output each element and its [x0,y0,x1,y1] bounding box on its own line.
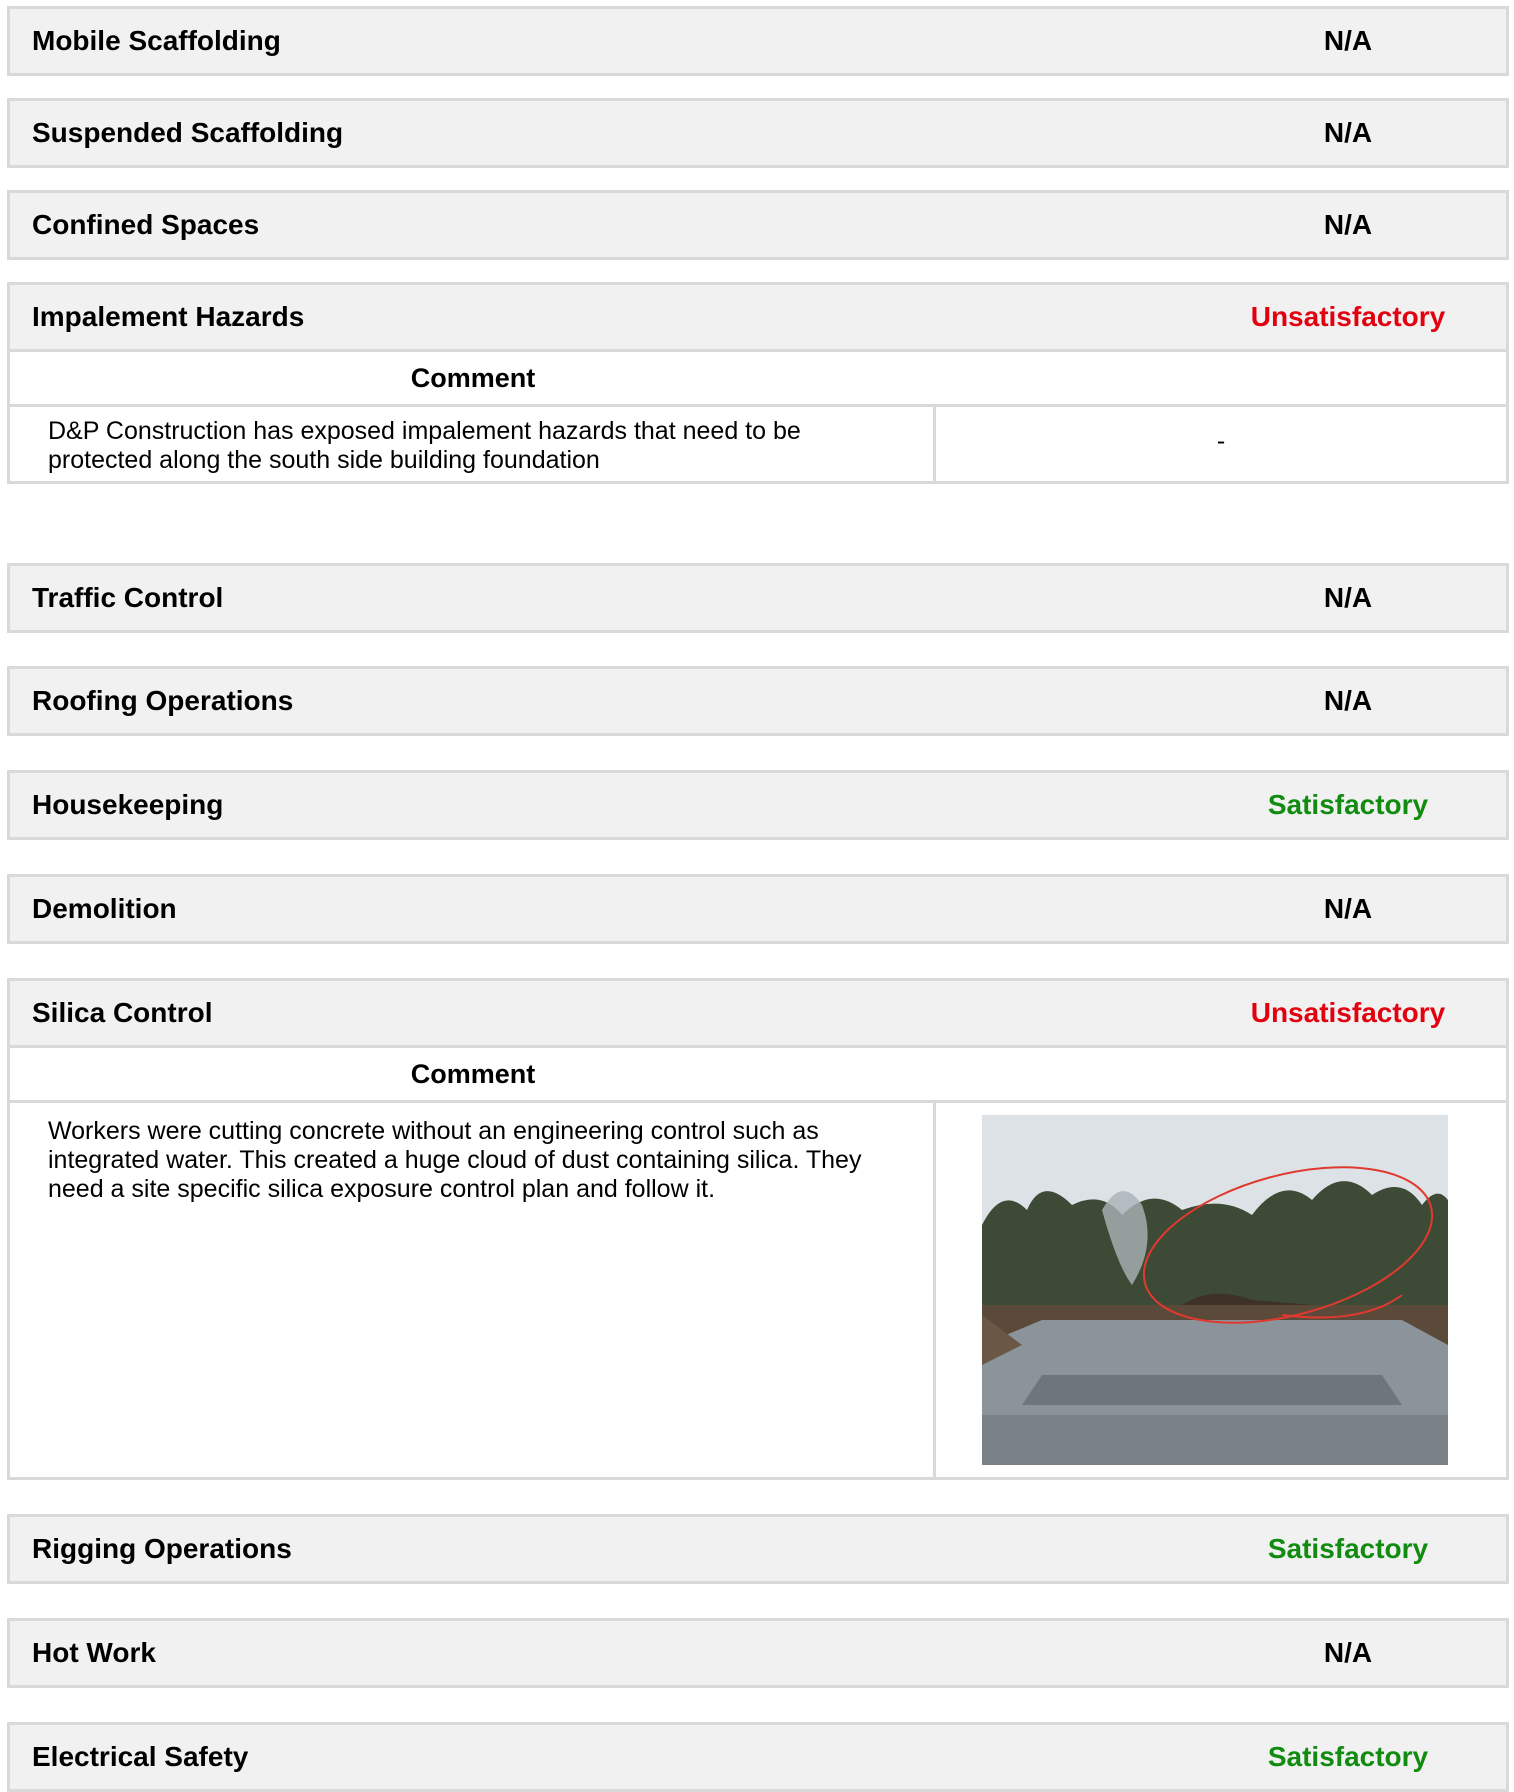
section-header: Roofing Operations N/A [10,669,1506,733]
empty-attachment-placeholder: - [1216,427,1226,455]
section-roofing-operations: Roofing Operations N/A [7,666,1509,736]
comment-text: Workers were cutting concrete without an… [10,1103,936,1477]
status-badge: N/A [1323,1637,1373,1668]
section-header: Housekeeping Satisfactory [10,773,1506,837]
section-title: Mobile Scaffolding [32,25,281,56]
comment-row: D&P Construction has exposed impalement … [10,404,1506,481]
section-confined-spaces: Confined Spaces N/A [7,190,1509,260]
section-title: Suspended Scaffolding [32,117,344,148]
section-title: Electrical Safety [32,1741,249,1772]
section-traffic-control: Traffic Control N/A [7,563,1509,633]
section-header: Hot Work N/A [10,1621,1506,1685]
status-badge: Unsatisfactory [1250,997,1446,1028]
section-header: Rigging Operations Satisfactory [10,1517,1506,1581]
section-title: Impalement Hazards [32,301,305,332]
comment-label: Comment [410,1059,536,1089]
section-demolition: Demolition N/A [7,874,1509,944]
section-title: Traffic Control [32,582,224,613]
section-silica-control: Silica Control Unsatisfactory Comment Wo… [7,978,1509,1480]
section-header: Silica Control Unsatisfactory [10,981,1506,1045]
status-badge: Unsatisfactory [1250,301,1446,332]
section-title: Demolition [32,893,177,924]
status-badge: N/A [1323,685,1373,716]
section-header: Mobile Scaffolding N/A [10,9,1506,73]
section-title: Rigging Operations [32,1533,292,1564]
section-header: Electrical Safety Satisfactory [10,1725,1506,1789]
section-header: Impalement Hazards Unsatisfactory [10,285,1506,349]
comment-row: Workers were cutting concrete without an… [10,1100,1506,1477]
status-badge: N/A [1323,117,1373,148]
section-title: Housekeeping [32,789,224,820]
section-title: Silica Control [32,997,213,1028]
section-hot-work: Hot Work N/A [7,1618,1509,1688]
section-rigging-operations: Rigging Operations Satisfactory [7,1514,1509,1584]
section-title: Roofing Operations [32,685,294,716]
status-badge: N/A [1323,209,1373,240]
section-suspended-scaffolding: Suspended Scaffolding N/A [7,98,1509,168]
section-header: Demolition N/A [10,877,1506,941]
comment-text: D&P Construction has exposed impalement … [10,407,936,481]
comment-header: Comment [10,1045,1506,1100]
section-impalement-hazards: Impalement Hazards Unsatisfactory Commen… [7,282,1509,484]
section-title: Hot Work [32,1637,156,1668]
section-mobile-scaffolding: Mobile Scaffolding N/A [7,6,1509,76]
section-title: Confined Spaces [32,209,260,240]
comment-attachment-cell [936,1103,1506,1477]
status-badge: N/A [1323,582,1373,613]
comment-attachment-cell: - [936,407,1506,481]
section-header: Suspended Scaffolding N/A [10,101,1506,165]
status-badge: Satisfactory [1267,1741,1429,1772]
section-housekeeping: Housekeeping Satisfactory [7,770,1509,840]
section-header: Confined Spaces N/A [10,193,1506,257]
section-electrical-safety: Electrical Safety Satisfactory [7,1722,1509,1792]
section-header: Traffic Control N/A [10,566,1506,630]
status-badge: N/A [1323,25,1373,56]
comment-label: Comment [410,363,536,393]
status-badge: N/A [1323,893,1373,924]
construction-site-photo[interactable] [982,1115,1448,1465]
comment-header: Comment [10,349,1506,404]
status-badge: Satisfactory [1267,789,1429,820]
status-badge: Satisfactory [1267,1533,1429,1564]
